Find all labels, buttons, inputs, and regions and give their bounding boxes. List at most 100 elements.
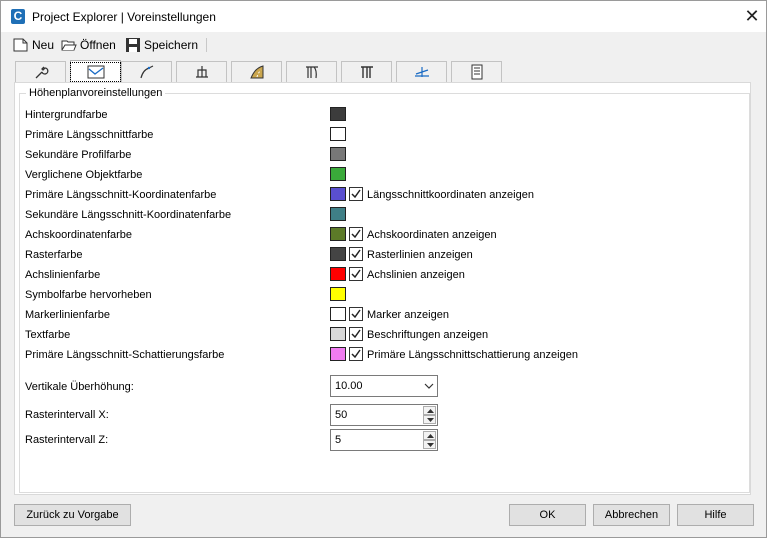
grid-x-decrement-button[interactable] (423, 415, 436, 424)
checkbox-label: Marker anzeigen (367, 309, 449, 321)
title-bar: C Project Explorer | Voreinstellungen ✕ (1, 1, 766, 32)
help-button[interactable]: Hilfe (677, 504, 754, 526)
wrench-icon (35, 66, 48, 79)
grid-z-stepper[interactable]: 5 (330, 429, 438, 451)
color-swatch-button[interactable] (330, 147, 346, 161)
setting-label: Hintergrundfarbe (25, 109, 108, 121)
color-swatch-button[interactable] (330, 347, 346, 361)
show-checkbox[interactable] (349, 307, 363, 321)
profile-view-icon (87, 65, 104, 78)
list-icon (471, 64, 482, 80)
color-swatch-button[interactable] (330, 327, 346, 341)
vertical-exaggeration-label: Vertikale Überhöhung: (25, 381, 134, 393)
color-swatch-button[interactable] (330, 127, 346, 141)
tab-tools[interactable] (15, 61, 66, 82)
tab-bridge-alt[interactable] (341, 61, 392, 82)
reset-defaults-button[interactable]: Zurück zu Vorgabe (14, 504, 131, 526)
road-icon (249, 65, 263, 79)
vertical-exaggeration-value: 10.00 (335, 380, 363, 392)
checkmark-icon (351, 269, 361, 279)
ok-button[interactable]: OK (509, 504, 586, 526)
toolbar-separator (206, 38, 207, 52)
setting-label: Primäre Längsschnittfarbe (25, 129, 154, 141)
color-swatch-button[interactable] (330, 187, 346, 201)
close-button[interactable]: ✕ (741, 6, 763, 28)
tab-bridge[interactable] (286, 61, 337, 82)
open-folder-icon (61, 40, 77, 51)
setting-label: Symbolfarbe hervorheben (25, 289, 152, 301)
toolbar: Neu Öffnen Speichern (1, 32, 766, 56)
arrow-up-icon (427, 434, 434, 438)
color-swatch-button[interactable] (330, 227, 346, 241)
show-checkbox[interactable] (349, 267, 363, 281)
checkbox-label: Achskoordinaten anzeigen (367, 229, 497, 241)
grid-z-label: Rasterintervall Z: (25, 434, 109, 446)
checkbox-label: Achslinien anzeigen (367, 269, 465, 281)
app-logo-icon: C (11, 9, 25, 24)
setting-label: Primäre Längsschnitt-Schattierungsfarbe (25, 349, 225, 361)
color-swatch-button[interactable] (330, 267, 346, 281)
checkmark-icon (351, 229, 361, 239)
checkmark-icon (351, 249, 361, 259)
checkbox-label: Beschriftungen anzeigen (367, 329, 489, 341)
checkbox-label: Primäre Längsschnittschattierung anzeige… (367, 349, 578, 361)
new-button[interactable]: Neu (13, 36, 54, 54)
open-button[interactable]: Öffnen (61, 36, 116, 54)
bridge-pier-icon (305, 66, 318, 79)
setting-label: Achskoordinatenfarbe (25, 229, 133, 241)
show-checkbox[interactable] (349, 347, 363, 361)
arrow-down-icon (427, 443, 434, 447)
tab-alignment[interactable] (121, 61, 172, 82)
window-title: Project Explorer | Voreinstellungen (32, 10, 216, 24)
setting-label: Rasterfarbe (25, 249, 83, 261)
bridge-pier-alt-icon (360, 66, 373, 78)
setting-label: Achslinienfarbe (25, 269, 101, 281)
tab-list[interactable] (451, 61, 502, 82)
setting-label: Textfarbe (25, 329, 71, 341)
tab-superelevation[interactable] (396, 61, 447, 82)
checkmark-icon (351, 329, 361, 339)
checkmark-icon (351, 349, 361, 359)
checkmark-icon (351, 189, 361, 199)
grid-x-label: Rasterintervall X: (25, 409, 109, 421)
show-checkbox[interactable] (349, 327, 363, 341)
setting-label: Sekundäre Profilfarbe (25, 149, 132, 161)
tab-profile-view[interactable] (70, 60, 121, 82)
color-swatch-button[interactable] (330, 107, 346, 121)
save-label: Speichern (144, 38, 199, 52)
new-document-icon (13, 38, 28, 52)
group-title: Höhenplanvoreinstellungen (26, 87, 166, 99)
grid-z-increment-button[interactable] (423, 431, 436, 440)
vertical-exaggeration-select[interactable]: 10.00 (330, 375, 438, 397)
color-swatch-button[interactable] (330, 287, 346, 301)
tab-road[interactable] (231, 61, 282, 82)
superelevation-icon (414, 67, 429, 77)
show-checkbox[interactable] (349, 247, 363, 261)
dialog-window: C Project Explorer | Voreinstellungen ✕ … (0, 0, 767, 538)
checkmark-icon (351, 309, 361, 319)
color-swatch-button[interactable] (330, 167, 346, 181)
cross-section-icon (195, 66, 208, 78)
chevron-down-icon (424, 383, 434, 389)
grid-z-decrement-button[interactable] (423, 440, 436, 449)
tab-cross-section[interactable] (176, 61, 227, 82)
color-swatch-button[interactable] (330, 207, 346, 221)
grid-x-stepper[interactable]: 50 (330, 404, 438, 426)
grid-x-spin-buttons (423, 406, 436, 424)
cancel-button[interactable]: Abbrechen (593, 504, 670, 526)
show-checkbox[interactable] (349, 187, 363, 201)
save-button[interactable]: Speichern (125, 36, 198, 54)
alignment-curve-icon (139, 65, 153, 79)
grid-z-spin-buttons (423, 431, 436, 449)
color-swatch-button[interactable] (330, 307, 346, 321)
checkbox-label: Längsschnittkoordinaten anzeigen (367, 189, 534, 201)
grid-x-increment-button[interactable] (423, 406, 436, 415)
setting-label: Primäre Längsschnitt-Koordinatenfarbe (25, 189, 217, 201)
color-swatch-button[interactable] (330, 247, 346, 261)
setting-label: Sekundäre Längsschnitt-Koordinatenfarbe (25, 209, 232, 221)
show-checkbox[interactable] (349, 227, 363, 241)
grid-z-value: 5 (335, 434, 342, 446)
arrow-down-icon (427, 418, 434, 422)
setting-label: Verglichene Objektfarbe (25, 169, 143, 181)
grid-x-value: 50 (335, 409, 348, 421)
